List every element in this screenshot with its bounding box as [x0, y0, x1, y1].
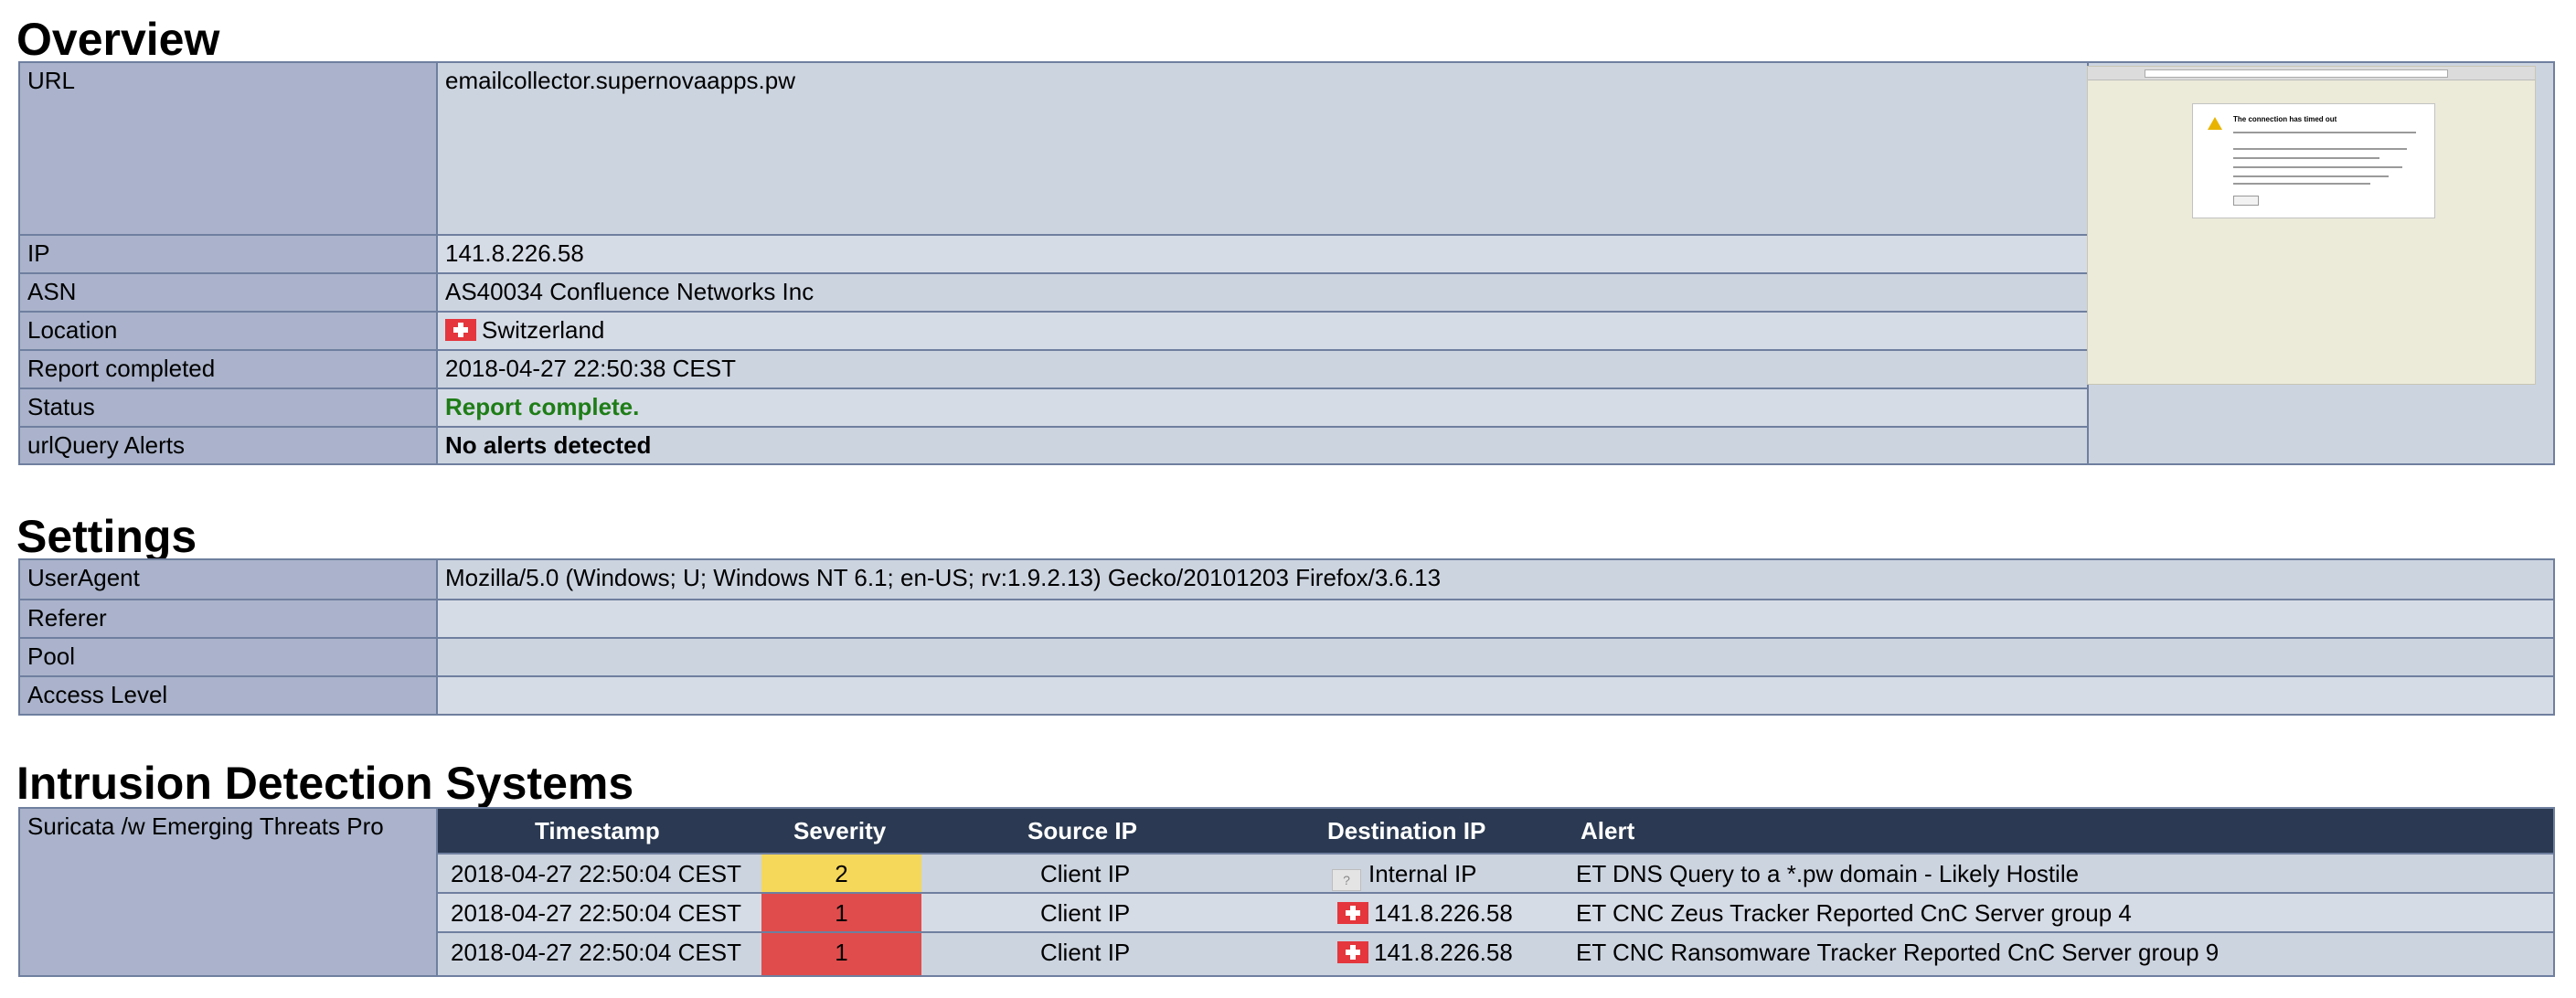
row-alert: ET CNC Ransomware Tracker Reported CnC S… — [1576, 939, 2219, 966]
status-value: Report complete. — [438, 389, 2089, 426]
thumbnail-url-bar — [2145, 69, 2448, 78]
row-alert: ET CNC Zeus Tracker Reported CnC Server … — [1576, 899, 2132, 927]
col-destination-ip[interactable]: Destination IP — [1327, 817, 1485, 845]
ids-table-header: Timestamp Severity Source IP Destination… — [438, 809, 2553, 853]
row-destination: 141.8.226.58 — [1337, 933, 1513, 975]
swiss-flag-icon — [1337, 941, 1368, 963]
col-source-ip[interactable]: Source IP — [1027, 817, 1137, 845]
table-row: 2018-04-27 22:50:04 CEST 1 Client IP 141… — [438, 931, 2553, 975]
asn-label: ASN — [20, 274, 438, 311]
ip-value: 141.8.226.58 — [438, 236, 2089, 272]
row-source-ip: Client IP — [1040, 899, 1131, 927]
overview-title: Overview — [16, 14, 220, 65]
row-destination-ip: Internal IP — [1368, 860, 1477, 887]
settings-table: UserAgent Mozilla/5.0 (Windows; U; Windo… — [18, 558, 2555, 716]
overview-row-ip: IP 141.8.226.58 — [20, 234, 2089, 272]
status-label: Status — [20, 389, 438, 426]
status-text: Report complete. — [445, 393, 640, 420]
row-destination: ? Internal IP — [1332, 855, 1477, 892]
overview-row-asn: ASN AS40034 Confluence Networks Inc — [20, 272, 2089, 311]
swiss-flag-icon — [1337, 902, 1368, 924]
thumbnail-text-line — [2233, 175, 2389, 177]
row-source-ip: Client IP — [1040, 939, 1131, 966]
severity-badge: 1 — [761, 933, 921, 975]
overview-row-location: Location Switzerland — [20, 311, 2089, 349]
row-timestamp: 2018-04-27 22:50:04 CEST — [451, 939, 741, 966]
report-completed-label: Report completed — [20, 351, 438, 388]
settings-row: Access Level — [20, 675, 2553, 714]
useragent-value: Mozilla/5.0 (Windows; U; Windows NT 6.1;… — [445, 564, 1442, 591]
overview-row-url: URL emailcollector.supernovaapps.pw — [20, 63, 2089, 234]
settings-row: Referer — [20, 599, 2553, 637]
alerts-value: No alerts detected — [438, 428, 2089, 463]
useragent-label: UserAgent — [20, 560, 438, 599]
ids-table: Suricata /w Emerging Threats Pro Timesta… — [18, 807, 2555, 977]
asn-value: AS40034 Confluence Networks Inc — [445, 278, 814, 305]
alerts-text: No alerts detected — [445, 431, 652, 459]
row-destination-ip: 141.8.226.58 — [1374, 939, 1513, 966]
table-row: 2018-04-27 22:50:04 CEST 1 Client IP 141… — [438, 892, 2553, 931]
thumbnail-text-line — [2233, 132, 2416, 133]
report-completed-value: 2018-04-27 22:50:38 CEST — [445, 355, 736, 382]
pool-value — [438, 639, 2553, 675]
overview-row-status: Status Report complete. — [20, 388, 2089, 426]
overview-row-alerts: urlQuery Alerts No alerts detected — [20, 426, 2089, 463]
unknown-flag-icon: ? — [1332, 869, 1361, 891]
row-timestamp: 2018-04-27 22:50:04 CEST — [451, 860, 741, 887]
thumbnail-text-line — [2233, 183, 2370, 185]
settings-title: Settings — [16, 511, 197, 562]
location-label: Location — [20, 313, 438, 349]
col-alert[interactable]: Alert — [1581, 817, 1634, 845]
location-value: Switzerland — [438, 313, 2089, 349]
warning-icon — [2208, 117, 2222, 130]
location-country: Switzerland — [482, 316, 605, 344]
thumbnail-text-line — [2233, 157, 2379, 159]
row-destination-ip: 141.8.226.58 — [1374, 899, 1513, 927]
swiss-flag-icon — [445, 319, 476, 341]
page-screenshot-thumbnail[interactable]: The connection has timed out — [2087, 66, 2536, 385]
ids-title: Intrusion Detection Systems — [16, 758, 634, 809]
row-source-ip: Client IP — [1040, 860, 1131, 887]
row-destination: 141.8.226.58 — [1337, 894, 1513, 931]
access-level-value — [438, 677, 2553, 714]
col-timestamp[interactable]: Timestamp — [535, 817, 660, 845]
referer-value — [438, 600, 2553, 637]
row-timestamp: 2018-04-27 22:50:04 CEST — [451, 899, 741, 927]
overview-row-report-completed: Report completed 2018-04-27 22:50:38 CES… — [20, 349, 2089, 388]
ip-label: IP — [20, 236, 438, 272]
thumbnail-browser-toolbar — [2088, 67, 2535, 80]
thumbnail-dialog-title: The connection has timed out — [2233, 115, 2337, 123]
pool-label: Pool — [20, 639, 438, 675]
row-alert: ET DNS Query to a *.pw domain - Likely H… — [1576, 860, 2080, 887]
thumbnail-text-line — [2233, 148, 2407, 150]
severity-badge: 2 — [761, 855, 921, 892]
url-label: URL — [20, 63, 438, 234]
table-row: 2018-04-27 22:50:04 CEST 2 Client IP ? In… — [438, 853, 2553, 892]
access-level-label: Access Level — [20, 677, 438, 714]
col-severity[interactable]: Severity — [793, 817, 886, 845]
url-value[interactable]: emailcollector.supernovaapps.pw — [438, 63, 2089, 234]
referer-label: Referer — [20, 600, 438, 637]
thumbnail-text-line — [2233, 166, 2402, 168]
thumbnail-error-dialog: The connection has timed out — [2192, 103, 2435, 218]
settings-row: UserAgent Mozilla/5.0 (Windows; U; Windo… — [20, 560, 2553, 599]
severity-badge: 1 — [761, 894, 921, 931]
thumbnail-try-again-button — [2233, 196, 2259, 206]
alerts-label: urlQuery Alerts — [20, 428, 438, 463]
settings-row: Pool — [20, 637, 2553, 675]
ids-engine-label: Suricata /w Emerging Threats Pro — [20, 809, 438, 975]
